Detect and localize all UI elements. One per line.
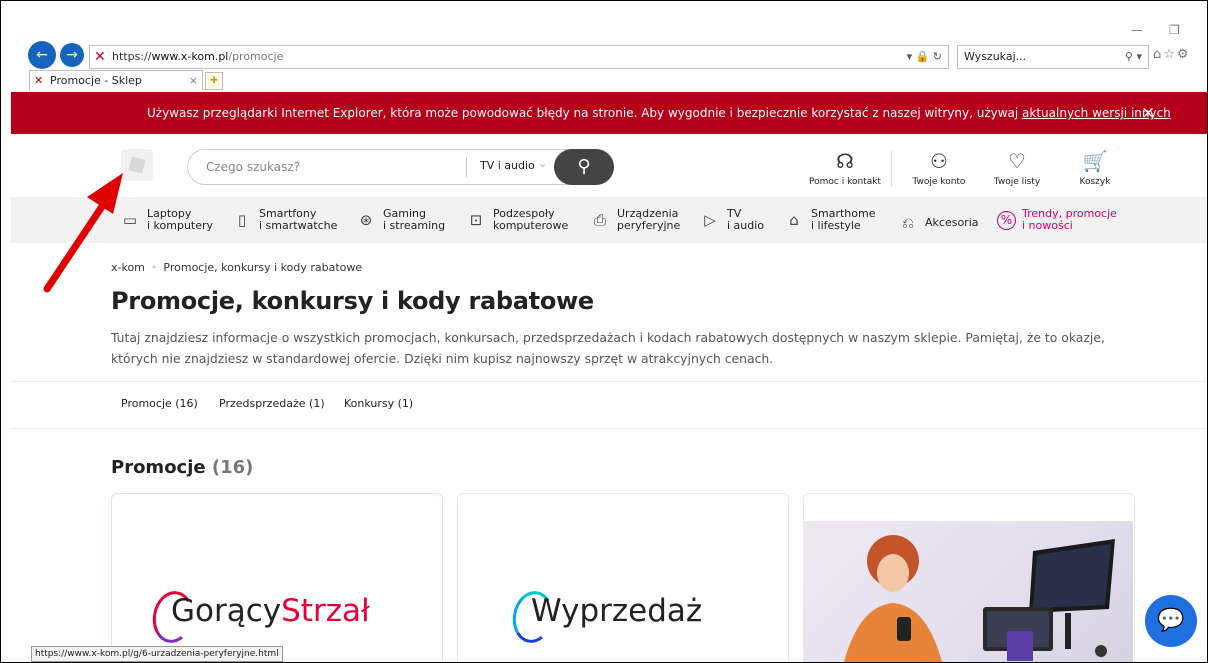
user-icon: ⚇ bbox=[930, 149, 948, 173]
browser-search-box[interactable]: Wyszukaj... ⚲ ▾ bbox=[957, 45, 1149, 69]
toolbar-icons[interactable]: ⌂☆⚙ bbox=[1153, 47, 1191, 62]
breadcrumb-current: Promocje, konkursy i kody rabatowe bbox=[163, 261, 363, 274]
tab-promotions[interactable]: Promocje (16) bbox=[121, 397, 198, 410]
category-smartphones[interactable]: ▯ Smartfony i smartwatche bbox=[231, 208, 338, 232]
chat-bubble-icon: 💬 bbox=[1157, 608, 1185, 633]
status-bar-url: https://www.x-kom.pl/g/6-urzadzenia-pery… bbox=[31, 646, 283, 662]
category-peripherals[interactable]: ⎙ Urządzenia peryferyjne bbox=[589, 208, 680, 232]
new-tab-icon[interactable]: ✚ bbox=[205, 72, 223, 90]
lists-button[interactable]: ♡ Twoje listy bbox=[977, 149, 1057, 187]
browser-window: — ❐ ← → ✕ https://www.x-kom.pl/promocje … bbox=[0, 0, 1208, 663]
tab-close-icon[interactable]: × bbox=[189, 71, 198, 90]
chat-button[interactable]: 💬 bbox=[1145, 595, 1197, 647]
search-input[interactable] bbox=[204, 156, 458, 178]
chevron-down-icon: ⌄ bbox=[538, 157, 548, 170]
promo-card-brand-text: GorącyStrzał bbox=[171, 593, 370, 629]
home-icon: ⌂ bbox=[789, 211, 799, 229]
ie-warning-banner: Używasz przeglądarki Internet Explorer, … bbox=[11, 92, 1207, 162]
search-icon[interactable]: ⚲ ▾ bbox=[1125, 46, 1142, 68]
category-smarthome[interactable]: ⌂ Smarthome i lifestyle bbox=[783, 208, 875, 232]
page-title: Promocje, konkursy i kody rabatowe bbox=[111, 287, 594, 315]
printer-icon: ⎙ bbox=[593, 211, 606, 229]
promo-photo bbox=[803, 521, 1133, 662]
category-accessories[interactable]: ⎌ Akcesoria bbox=[897, 214, 979, 232]
search-category-select[interactable]: TV i audio bbox=[480, 159, 535, 172]
site-search: TV i audio ⌄ ⚲ bbox=[187, 149, 614, 185]
cart-button[interactable]: 🛒 Koszyk bbox=[1055, 149, 1135, 187]
category-components[interactable]: ⊡ Podzespoły komputerowe bbox=[465, 208, 569, 232]
account-button[interactable]: ⚇ Twoje konto bbox=[899, 149, 979, 187]
tab-presales[interactable]: Przedsprzedaże (1) bbox=[219, 397, 325, 410]
heart-icon: ♡ bbox=[1008, 149, 1026, 173]
category-promotions[interactable]: % Trendy, promocje i nowości bbox=[997, 208, 1117, 232]
search-icon: ⚲ bbox=[577, 156, 591, 177]
address-bar[interactable]: ✕ https://www.x-kom.pl/promocje ▾ 🔒 ↻ bbox=[89, 45, 949, 69]
minimize-icon[interactable]: — bbox=[1131, 23, 1143, 37]
cart-icon: 🛒 bbox=[1082, 149, 1108, 173]
tv-icon: ▷ bbox=[704, 211, 716, 229]
chip-icon: ⊡ bbox=[469, 211, 483, 229]
page-description: Tutaj znajdziesz informacje o wszystkich… bbox=[111, 330, 1105, 366]
headset-icon: ☊ bbox=[836, 149, 854, 173]
tab-contests[interactable]: Konkursy (1) bbox=[344, 397, 413, 410]
section-title: Promocje (16) bbox=[111, 457, 254, 478]
promo-card-brand-text: Wyprzedaż bbox=[531, 593, 703, 629]
category-gaming[interactable]: ⊛ Gaming i streaming bbox=[355, 208, 445, 232]
gamepad-icon: ⊛ bbox=[359, 211, 373, 229]
phone-icon: ▯ bbox=[237, 211, 247, 229]
close-icon[interactable]: × bbox=[1141, 92, 1155, 134]
accessories-icon: ⎌ bbox=[901, 214, 914, 232]
search-button[interactable]: ⚲ bbox=[554, 149, 614, 185]
percent-icon: % bbox=[997, 210, 1016, 230]
lock-refresh-icon[interactable]: ▾ 🔒 ↻ bbox=[907, 46, 942, 68]
promo-photo-illustration bbox=[844, 535, 1115, 662]
restore-icon[interactable]: ❐ bbox=[1169, 23, 1180, 37]
annotation-arrow-icon bbox=[43, 173, 123, 293]
category-tv-audio[interactable]: ▷ TV i audio bbox=[699, 208, 764, 232]
promo-card-wyprzedaz[interactable] bbox=[457, 493, 789, 662]
help-contact-button[interactable]: ☊ Pomoc i kontakt bbox=[805, 149, 885, 187]
